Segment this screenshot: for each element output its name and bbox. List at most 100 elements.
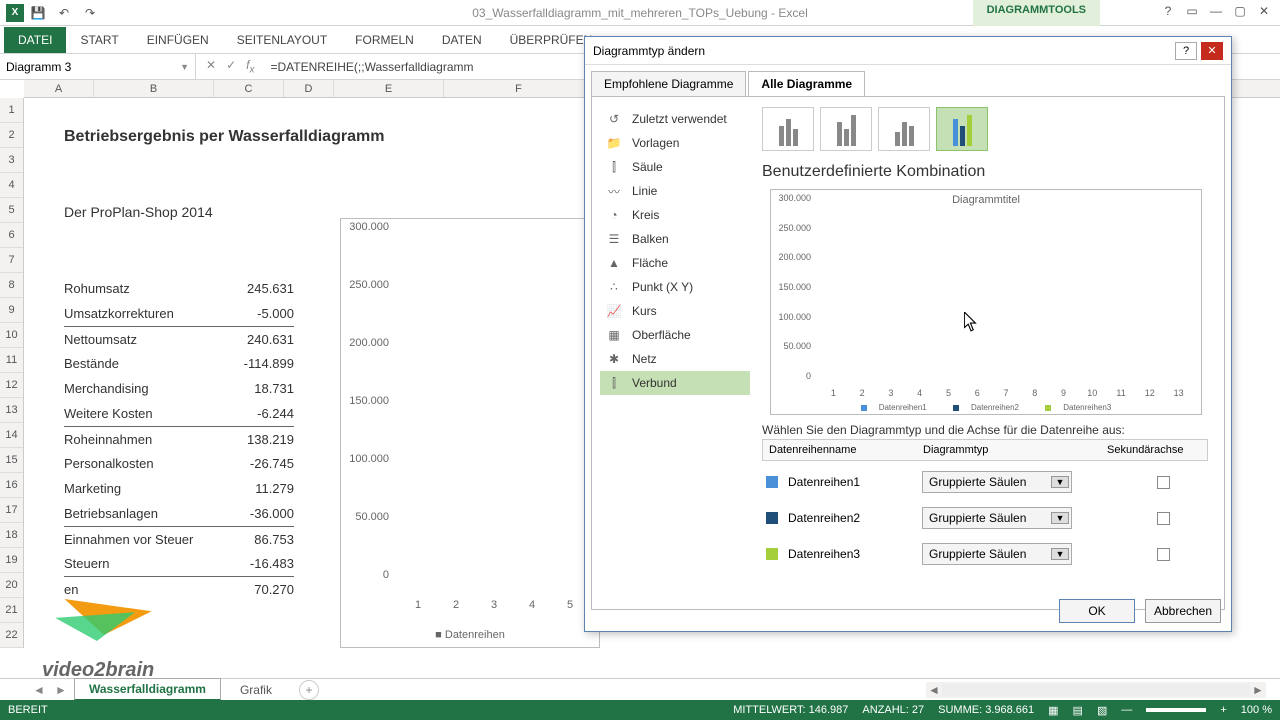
accept-formula-icon[interactable]: ✓ — [226, 58, 236, 75]
tab-daten[interactable]: DATEN — [428, 27, 496, 53]
dialog-help-icon[interactable]: ? — [1175, 42, 1197, 60]
chevron-down-icon[interactable]: ▼ — [1051, 476, 1069, 488]
col-B[interactable]: B — [94, 80, 214, 97]
sheet-nav-prev-icon[interactable]: ◄ — [30, 683, 48, 697]
row-1[interactable]: 1 — [0, 98, 23, 123]
row-6[interactable]: 6 — [0, 223, 23, 248]
tab-recommended[interactable]: Empfohlene Diagramme — [591, 71, 746, 96]
dialog-close-icon[interactable]: ✕ — [1201, 42, 1223, 60]
view-layout-icon[interactable]: ▤ — [1073, 704, 1083, 717]
chevron-down-icon[interactable]: ▼ — [180, 62, 189, 72]
row-11[interactable]: 11 — [0, 348, 23, 373]
col-D[interactable]: D — [284, 80, 334, 97]
chevron-down-icon[interactable]: ▼ — [1051, 548, 1069, 560]
zoom-slider[interactable] — [1146, 708, 1206, 712]
data-row[interactable]: Marketing11.279 — [64, 476, 294, 501]
data-row[interactable]: Rohumsatz245.631 — [64, 276, 294, 301]
chart-type-balken[interactable]: ☰Balken — [600, 227, 750, 251]
series-type-select[interactable]: Gruppierte Säulen▼ — [922, 507, 1072, 529]
subtype-2[interactable] — [820, 107, 872, 151]
col-F[interactable]: F — [444, 80, 594, 97]
name-box[interactable]: Diagramm 3 ▼ — [0, 54, 196, 79]
row-5[interactable]: 5 — [0, 198, 23, 223]
row-18[interactable]: 18 — [0, 523, 23, 548]
row-13[interactable]: 13 — [0, 398, 23, 423]
redo-icon[interactable]: ↷ — [78, 2, 102, 24]
data-row[interactable]: Steuern-16.483 — [64, 551, 294, 576]
horizontal-scrollbar[interactable]: ◄► — [926, 682, 1266, 698]
row-22[interactable]: 22 — [0, 623, 23, 648]
zoom-out-icon[interactable]: — — [1121, 704, 1132, 716]
cancel-formula-icon[interactable]: ✕ — [206, 58, 216, 75]
row-10[interactable]: 10 — [0, 323, 23, 348]
row-16[interactable]: 16 — [0, 473, 23, 498]
sheet-tab-grafik[interactable]: Grafik — [225, 679, 287, 701]
tab-start[interactable]: START — [66, 27, 132, 53]
view-break-icon[interactable]: ▧ — [1097, 704, 1107, 717]
subtype-1[interactable] — [762, 107, 814, 151]
col-C[interactable]: C — [214, 80, 284, 97]
data-row[interactable]: Umsatzkorrekturen-5.000 — [64, 301, 294, 326]
row-17[interactable]: 17 — [0, 498, 23, 523]
series-type-select[interactable]: Gruppierte Säulen▼ — [922, 471, 1072, 493]
view-normal-icon[interactable]: ▦ — [1048, 704, 1058, 717]
data-row[interactable]: Betriebsanlagen-36.000 — [64, 501, 294, 526]
fx-icon[interactable]: fx — [246, 58, 254, 75]
data-row[interactable]: Weitere Kosten-6.244 — [64, 401, 294, 426]
col-A[interactable]: A — [24, 80, 94, 97]
data-row[interactable]: Einnahmen vor Steuer86.753 — [64, 526, 294, 551]
row-9[interactable]: 9 — [0, 298, 23, 323]
secondary-axis-checkbox[interactable] — [1157, 512, 1170, 525]
row-14[interactable]: 14 — [0, 423, 23, 448]
save-icon[interactable]: 💾 — [26, 2, 50, 24]
chart-type-netz[interactable]: ✱Netz — [600, 347, 750, 371]
subtype-4[interactable] — [936, 107, 988, 151]
ok-button[interactable]: OK — [1059, 599, 1135, 623]
data-row[interactable]: Personalkosten-26.745 — [64, 451, 294, 476]
tab-formeln[interactable]: FORMELN — [341, 27, 428, 53]
chart-type-oberflche[interactable]: ▦Oberfläche — [600, 323, 750, 347]
help-icon[interactable]: ? — [1156, 0, 1180, 22]
tab-all-charts[interactable]: Alle Diagramme — [748, 71, 865, 96]
chart-type-verbund[interactable]: ⫿Verbund — [600, 371, 750, 395]
chart-type-zuletztverwendet[interactable]: ↺Zuletzt verwendet — [600, 107, 750, 131]
subtype-3[interactable] — [878, 107, 930, 151]
sheet-nav-next-icon[interactable]: ► — [52, 683, 70, 697]
secondary-axis-checkbox[interactable] — [1157, 548, 1170, 561]
data-row[interactable]: Nettoumsatz240.631 — [64, 326, 294, 351]
data-row[interactable]: Bestände-114.899 — [64, 351, 294, 376]
maximize-icon[interactable]: ▢ — [1228, 0, 1252, 22]
cancel-button[interactable]: Abbrechen — [1145, 599, 1221, 623]
data-row[interactable]: Merchandising18.731 — [64, 376, 294, 401]
row-12[interactable]: 12 — [0, 373, 23, 398]
ribbon-display-icon[interactable]: ▭ — [1180, 0, 1204, 22]
zoom-in-icon[interactable]: + — [1220, 704, 1226, 716]
chart-type-kurs[interactable]: 📈Kurs — [600, 299, 750, 323]
chart-type-kreis[interactable]: ◔Kreis — [600, 203, 750, 227]
data-row[interactable]: Roheinnahmen138.219 — [64, 426, 294, 451]
row-7[interactable]: 7 — [0, 248, 23, 273]
tab-datei[interactable]: DATEI — [4, 27, 66, 53]
tab-einfuegen[interactable]: EINFÜGEN — [133, 27, 223, 53]
row-4[interactable]: 4 — [0, 173, 23, 198]
chevron-down-icon[interactable]: ▼ — [1051, 512, 1069, 524]
chart-type-sule[interactable]: ⫿Säule — [600, 155, 750, 179]
chart-type-punktxy[interactable]: ∴Punkt (X Y) — [600, 275, 750, 299]
row-19[interactable]: 19 — [0, 548, 23, 573]
chart-type-linie[interactable]: 〰Linie — [600, 179, 750, 203]
row-8[interactable]: 8 — [0, 273, 23, 298]
series-type-select[interactable]: Gruppierte Säulen▼ — [922, 543, 1072, 565]
chart-type-flche[interactable]: ▲Fläche — [600, 251, 750, 275]
undo-icon[interactable]: ↶ — [52, 2, 76, 24]
row-20[interactable]: 20 — [0, 573, 23, 598]
row-2[interactable]: 2 — [0, 123, 23, 148]
data-row[interactable]: en70.270 — [64, 576, 294, 601]
embedded-chart[interactable]: 050.000100.000150.000200.000250.000300.0… — [340, 218, 600, 648]
add-sheet-icon[interactable]: + — [299, 680, 319, 700]
secondary-axis-checkbox[interactable] — [1157, 476, 1170, 489]
chart-type-vorlagen[interactable]: 📁Vorlagen — [600, 131, 750, 155]
close-icon[interactable]: ✕ — [1252, 0, 1276, 22]
row-15[interactable]: 15 — [0, 448, 23, 473]
minimize-icon[interactable]: — — [1204, 0, 1228, 22]
row-21[interactable]: 21 — [0, 598, 23, 623]
